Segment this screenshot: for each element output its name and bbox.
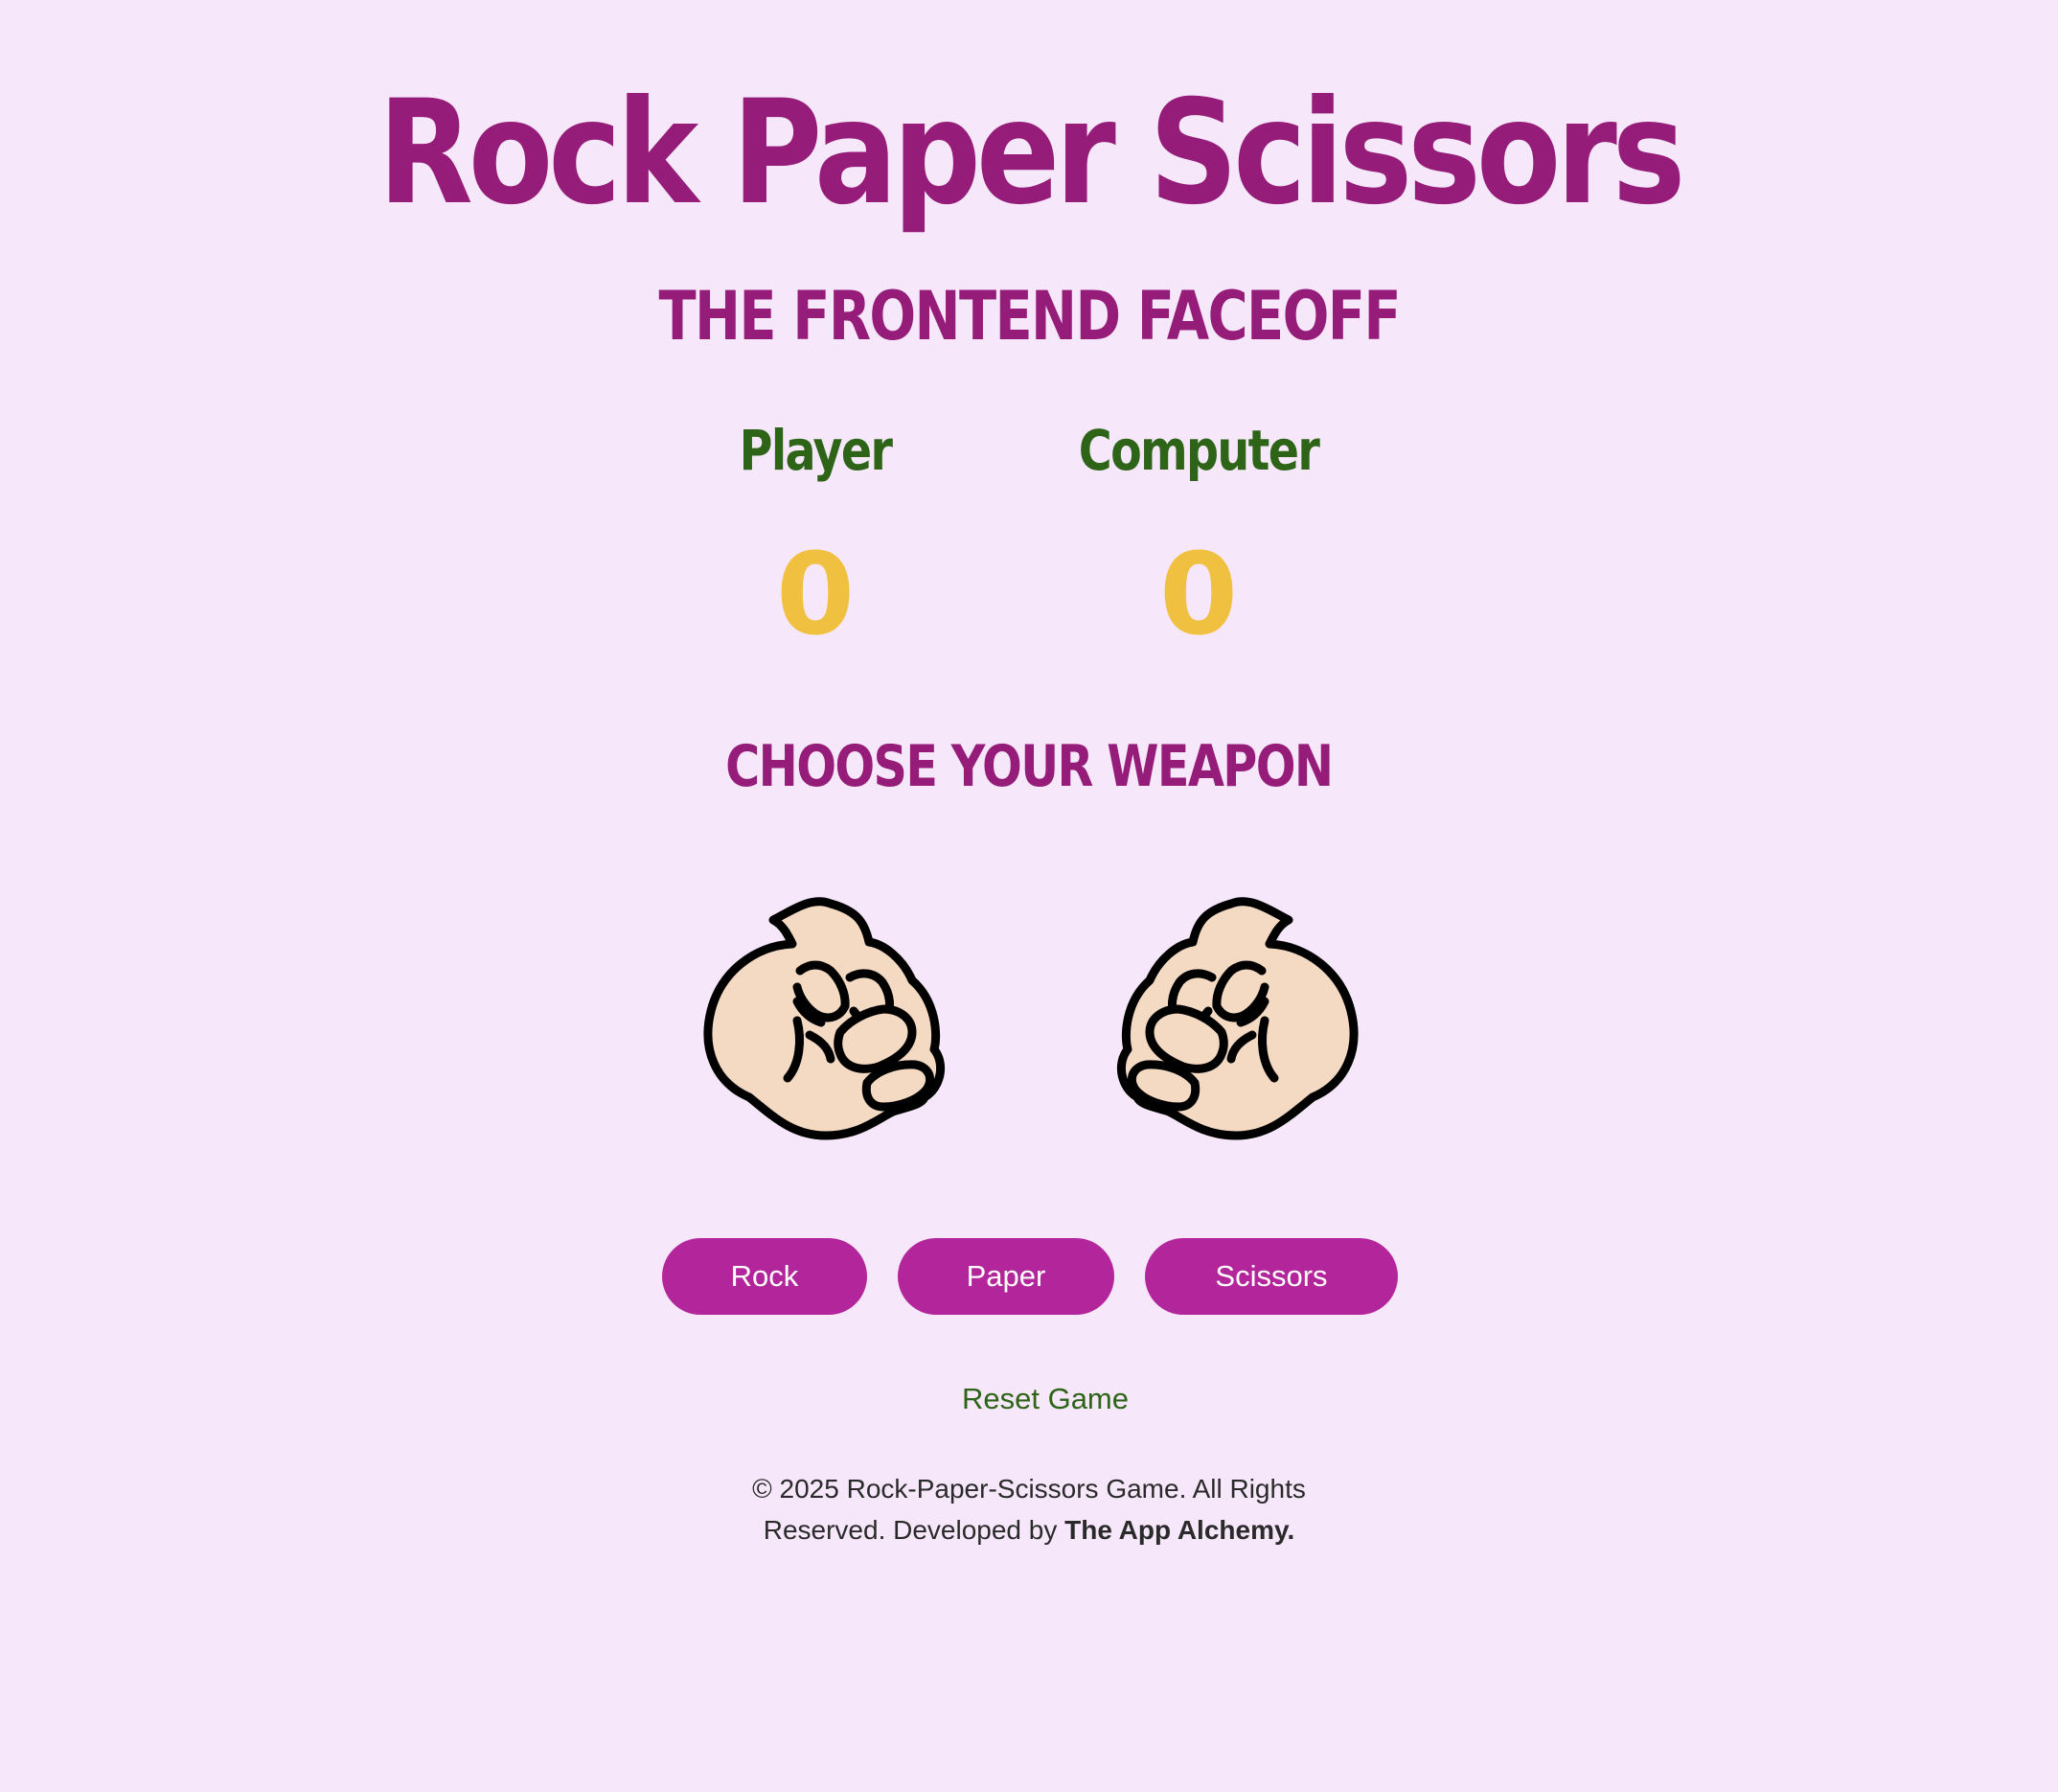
player-score: 0 xyxy=(775,528,856,660)
game-page: Rock Paper Scissors THE FRONTEND FACEOFF… xyxy=(0,0,2058,1792)
computer-score: 0 xyxy=(1158,528,1239,660)
page-subtitle: THE FRONTEND FACEOFF xyxy=(658,277,1401,356)
footer-copyright: © 2025 Rock-Paper-Scissors Game. All Rig… xyxy=(752,1474,1306,1504)
player-fist-icon xyxy=(703,897,946,1140)
developer-name: The App Alchemy. xyxy=(1064,1515,1295,1545)
page-title: Rock Paper Scissors xyxy=(377,70,1686,237)
rock-button[interactable]: Rock xyxy=(662,1238,867,1315)
scissors-button[interactable]: Scissors xyxy=(1145,1238,1398,1315)
footer-credit-prefix: Reserved. Developed by xyxy=(763,1515,1058,1545)
footer-credit: Reserved. Developed by The App Alchemy. xyxy=(0,1509,2058,1551)
footer: © 2025 Rock-Paper-Scissors Game. All Rig… xyxy=(0,1468,2058,1551)
paper-button[interactable]: Paper xyxy=(898,1238,1114,1315)
player-label: Player xyxy=(739,418,893,483)
choose-weapon-heading: CHOOSE YOUR WEAPON xyxy=(725,733,1334,800)
computer-label: Computer xyxy=(1078,418,1320,483)
reset-game-link[interactable]: Reset Game xyxy=(0,1380,2058,1418)
computer-fist-icon xyxy=(1116,897,1359,1140)
